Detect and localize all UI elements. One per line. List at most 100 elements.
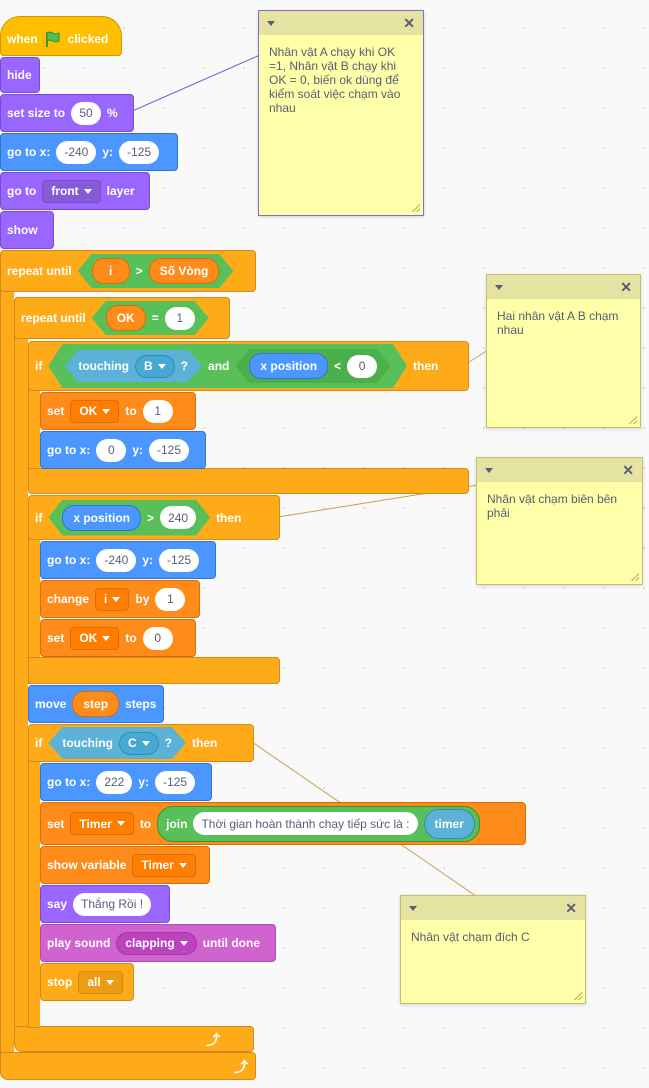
y-input[interactable]: -125 [155,770,196,794]
comment-note-4[interactable]: ✕ Nhân vật chạm đích C [400,895,586,1004]
close-icon[interactable]: ✕ [620,279,632,296]
go-to-xy-block[interactable]: go to x: -240 y: -125 [0,133,178,171]
x-position-reporter[interactable]: x position [62,505,141,531]
go-to-layer-block[interactable]: go to front layer [0,172,150,210]
x-input[interactable]: 0 [96,438,127,462]
close-icon[interactable]: ✕ [565,900,577,917]
stop-option-dropdown[interactable]: all [78,970,123,994]
say-text-input[interactable]: Thắng Rồi ! [73,892,152,916]
play-sound-block[interactable]: play sound clapping until done [40,924,276,962]
comment-note-2[interactable]: ✕ Hai nhân vật A B chạm nhau [486,274,641,428]
x-input[interactable]: 222 [96,770,133,794]
timer-reporter[interactable]: timer [423,808,475,839]
collapse-arrow-icon[interactable] [267,20,275,26]
variable-dropdown[interactable]: OK [70,399,120,423]
chevron-down-icon [105,979,114,985]
touching-sensor[interactable]: touching C ? [48,727,186,759]
when-flag-clicked-block[interactable]: when clicked [0,16,122,56]
touching-sensor[interactable]: touching B ? [64,350,202,382]
greater-than-operator[interactable]: i > Số Vòng [78,254,234,288]
variable-i[interactable]: i [92,258,130,284]
variable-step[interactable]: step [72,691,120,717]
and-operator[interactable]: touching B ? and x position < 0 [48,344,407,388]
note-text[interactable]: Nhân vật chạm đích C [401,920,585,954]
note-header[interactable]: ✕ [477,458,642,482]
say-block[interactable]: say Thắng Rồi ! [40,885,170,923]
goto-label: go to x: [47,553,91,567]
set-label: set [47,404,65,418]
to-label: to [139,816,152,831]
resize-handle-icon[interactable] [574,992,582,1000]
note-text[interactable]: Nhân vật chạm biên bên phải [477,482,642,530]
variable-dropdown[interactable]: i [95,587,130,611]
x-input[interactable]: -240 [96,548,137,572]
note-header[interactable]: ✕ [487,275,640,299]
resize-handle-icon[interactable] [631,573,639,581]
note-header[interactable]: ✕ [259,11,423,35]
resize-handle-icon[interactable] [412,204,420,212]
variable-dropdown[interactable]: Timer [132,853,196,877]
move-steps-block[interactable]: move step steps [28,685,164,723]
show-variable-block[interactable]: show variable Timer [40,846,210,884]
less-than-value-input[interactable]: 0 [347,355,377,378]
change-value-input[interactable]: 1 [155,587,186,611]
layer-dropdown[interactable]: front [42,179,101,203]
if-touching-c-block[interactable]: if touching C ? then [28,724,254,762]
go-to-xy-block[interactable]: go to x: 222 y: -125 [40,763,212,801]
sound-dropdown[interactable]: clapping [116,931,197,955]
repeat-until-outer-block[interactable]: repeat until i > Số Vòng [0,250,256,292]
less-than-operator[interactable]: x position < 0 [235,349,391,383]
note-text[interactable]: Nhân vật A chạy khi OK =1, Nhân vật B ch… [259,35,423,125]
hide-block[interactable]: hide [0,57,40,93]
if-xpos-block[interactable]: if x position > 240 then [28,495,280,540]
greater-than-value-input[interactable]: 240 [160,506,196,529]
y-label: y: [102,145,114,159]
stop-block[interactable]: stop all [40,963,134,1001]
greater-than-operator[interactable]: x position > 240 [48,500,210,536]
note-header[interactable]: ✕ [401,896,585,920]
touching-target-dropdown[interactable]: C [119,732,159,755]
y-input[interactable]: -125 [149,438,190,462]
set-value-input[interactable]: 1 [142,399,173,423]
close-icon[interactable]: ✕ [622,462,634,479]
join-text-input[interactable]: Thời gian hoàn thành chạy tiếp sức là : [193,812,418,835]
change-label: change [47,592,90,606]
hide-label: hide [7,68,32,82]
op-symbol: > [135,264,143,278]
if-touching-b-block[interactable]: if touching B ? and x position < 0 then [28,341,469,391]
collapse-arrow-icon[interactable] [409,905,417,911]
repeat-until-inner-block[interactable]: repeat until OK = 1 [14,297,230,339]
variable-dropdown[interactable]: Timer [70,812,134,835]
set-ok-1-block[interactable]: set OK to 1 [40,392,196,430]
go-to-xy-block[interactable]: go to x: -240 y: -125 [40,541,216,579]
equals-value-input[interactable]: 1 [165,307,195,330]
comment-note-3[interactable]: ✕ Nhân vật chạm biên bên phải [476,457,643,585]
show-block[interactable]: show [0,211,54,249]
change-i-block[interactable]: change i by 1 [40,580,200,618]
y-input[interactable]: -125 [119,140,160,164]
move-label: move [35,697,67,711]
collapse-arrow-icon[interactable] [485,467,493,473]
set-timer-block[interactable]: set Timer to join Thời gian hoàn thành c… [40,802,526,845]
x-input[interactable]: -240 [56,140,97,164]
set-value-input[interactable]: 0 [142,626,173,650]
variable-ok[interactable]: OK [106,305,146,331]
set-size-block[interactable]: set size to 50 % [0,94,134,132]
x-position-reporter[interactable]: x position [249,353,328,379]
set-ok-0-block[interactable]: set OK to 0 [40,619,196,657]
note-text[interactable]: Hai nhân vật A B chạm nhau [487,299,640,347]
collapse-arrow-icon[interactable] [495,284,503,290]
close-icon[interactable]: ✕ [403,15,415,32]
join-operator[interactable]: join Thời gian hoàn thành chạy tiếp sức … [157,805,480,842]
comment-note-1[interactable]: ✕ Nhân vật A chạy khi OK =1, Nhân vật B … [258,10,424,216]
variable-dropdown[interactable]: OK [70,626,120,650]
size-input[interactable]: 50 [71,101,102,125]
chevron-down-icon [178,862,187,868]
variable-so-vong[interactable]: Số Vòng [149,258,220,284]
resize-handle-icon[interactable] [629,416,637,424]
go-to-xy-block[interactable]: go to x: 0 y: -125 [40,431,206,469]
equals-operator[interactable]: OK = 1 [92,301,209,335]
op-symbol: = [151,311,159,325]
touching-target-dropdown[interactable]: B [135,355,175,378]
y-input[interactable]: -125 [159,548,200,572]
